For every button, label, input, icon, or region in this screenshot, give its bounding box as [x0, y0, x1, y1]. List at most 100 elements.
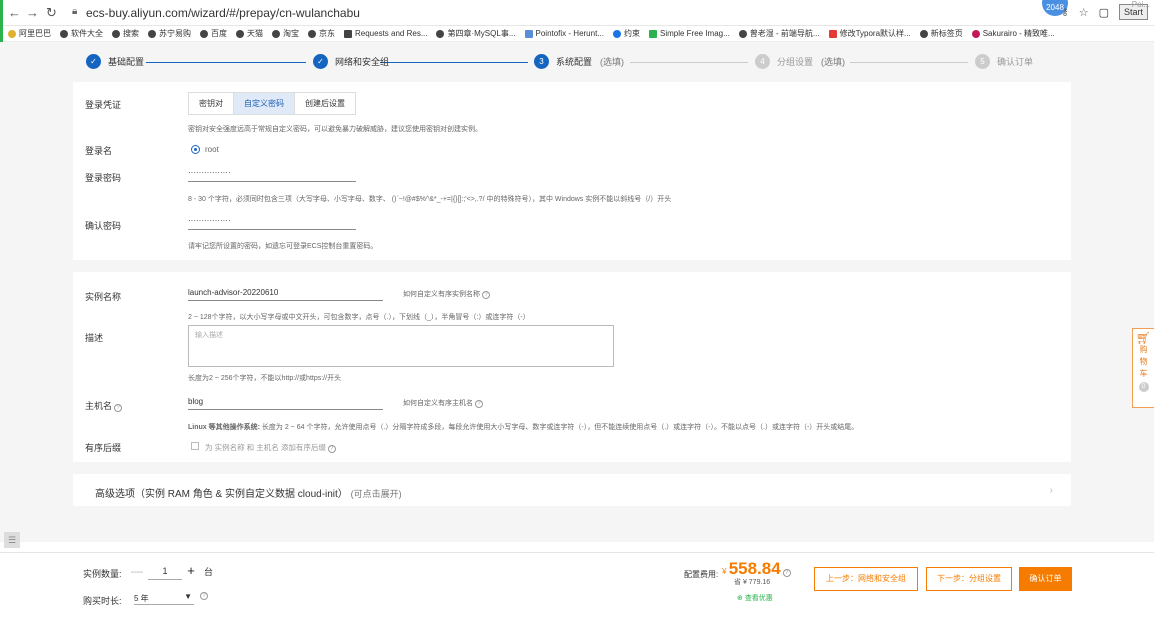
browser-toolbar: ← → ↻ 🔒︎ ecs-buy.aliyun.com/wizard/#/pre…: [0, 0, 1154, 26]
bookmark-item[interactable]: 第四章·MySQL事...: [436, 28, 516, 39]
login-name-value: root: [205, 145, 219, 154]
key-icon[interactable]: ⚷: [1061, 7, 1068, 18]
step-label: 系统配置: [556, 57, 593, 67]
description-textarea[interactable]: 输入描述: [188, 325, 614, 367]
bookmark-item[interactable]: 曾老湿 - 前端导航...: [738, 28, 820, 39]
hostname-input[interactable]: blog: [188, 394, 383, 410]
view-discount-link[interactable]: ⊕ 查看优惠: [737, 593, 773, 603]
prev-step-button[interactable]: 上一步：网络和安全组: [814, 567, 918, 591]
bookmark-item[interactable]: 京东: [308, 28, 335, 39]
quantity-label: 实例数量:: [83, 569, 122, 579]
step-label: 网络和安全组: [335, 57, 390, 67]
confirm-password-label: 确认密码: [85, 221, 122, 231]
bookmark-item[interactable]: 百度: [200, 28, 227, 39]
instance-name-input[interactable]: launch-advisor-20220610: [188, 285, 383, 301]
step-number: 5: [975, 54, 990, 69]
step-label: 基础配置: [108, 57, 145, 67]
help-text: 如何自定义有序主机名: [403, 400, 473, 407]
login-name-label: 登录名: [85, 146, 113, 156]
step-basic-config[interactable]: ✓ 基础配置: [86, 54, 144, 69]
doc-icon: [344, 29, 352, 38]
ordered-suffix-checkbox[interactable]: [191, 442, 199, 450]
duration-value: 5 年: [134, 594, 149, 603]
instance-name-label: 实例名称: [85, 292, 122, 302]
currency-symbol: ¥: [722, 567, 727, 576]
bookmark-item[interactable]: Pointofix - Herunt...: [524, 29, 604, 38]
bookmark-item[interactable]: 约束: [612, 28, 640, 39]
tab-custom-password[interactable]: 自定义密码: [234, 93, 295, 114]
bookmark-item[interactable]: 新标签页: [919, 28, 963, 39]
reload-icon[interactable]: ↻: [46, 5, 57, 21]
instance-settings-card: 实例名称 launch-advisor-20220610 如何自定义有序实例名称…: [73, 272, 1071, 462]
instance-name-help-link[interactable]: 如何自定义有序实例名称?: [403, 289, 490, 299]
question-icon: ?: [327, 445, 336, 453]
forward-icon[interactable]: →: [26, 5, 39, 20]
question-icon[interactable]: ?: [782, 569, 791, 577]
back-icon[interactable]: ←: [8, 5, 21, 20]
bookmark-item[interactable]: 淘宝: [272, 28, 299, 39]
question-icon[interactable]: ?: [200, 592, 208, 600]
step-sub: (选填): [821, 57, 846, 67]
price-amount: 558.84: [728, 559, 781, 578]
next-step-button[interactable]: 下一步：分组设置: [926, 567, 1012, 591]
tab-key-pair[interactable]: 密钥对: [189, 93, 234, 114]
globe-icon: [436, 29, 445, 38]
bookmark-item[interactable]: 天猫: [236, 28, 263, 39]
confirm-order-button[interactable]: 确认订单: [1019, 567, 1072, 591]
sidebar-toggle-icon[interactable]: ☰: [4, 532, 20, 548]
quantity-input[interactable]: 1: [148, 562, 182, 580]
step-confirm-order[interactable]: 5 确认订单: [975, 54, 1033, 69]
bookmark-item[interactable]: 搜索: [112, 28, 139, 39]
globe-icon: [738, 29, 747, 38]
description-hint: 长度为2 ~ 256个字符，不能以http://或https://开头: [188, 375, 342, 382]
bookmark-item[interactable]: 软件大全: [60, 28, 103, 39]
hostname-help-link[interactable]: 如何自定义有序主机名?: [403, 398, 483, 408]
step-number: 4: [755, 54, 770, 69]
advanced-title-text: 高级选项（实例 RAM 角色 & 实例自定义数据 cloud-init）: [95, 489, 348, 500]
cart-icon: 🛒︎: [1135, 331, 1152, 345]
bookmark-item[interactable]: Requests and Res...: [344, 29, 427, 38]
csdn-icon: [828, 29, 837, 38]
step-system-config[interactable]: 3 系统配置 (选填): [534, 54, 624, 69]
address-bar[interactable]: ecs-buy.aliyun.com/wizard/#/prepay/cn-wu…: [86, 6, 360, 20]
confirm-password-input[interactable]: ················: [188, 214, 356, 230]
step-label: 确认订单: [997, 57, 1034, 67]
increment-button[interactable]: +: [182, 562, 200, 580]
tab-set-after-create[interactable]: 创建后设置: [295, 93, 355, 114]
chevron-right-icon: ›: [1049, 485, 1053, 496]
shopping-cart-tab[interactable]: 🛒︎ 购物车 0: [1132, 328, 1154, 408]
check-icon: ✓: [313, 54, 328, 69]
password-input[interactable]: ················: [188, 166, 356, 182]
advanced-options-card[interactable]: 高级选项（实例 RAM 角色 & 实例自定义数据 cloud-init） (可点…: [73, 474, 1071, 506]
help-text: 如何自定义有序实例名称: [403, 291, 480, 298]
bookmark-item[interactable]: 修改Typora默认样...: [828, 28, 911, 39]
question-icon: ?: [482, 291, 490, 299]
price-value: ¥ 558.84?: [722, 559, 791, 579]
password-hint: 8 - 30 个字符，必须同时包含三项（大写字母、小写字母、数字、 ()`~!@…: [188, 196, 672, 203]
step-connector: [850, 62, 968, 63]
duration-select[interactable]: 5 年 ▼: [134, 591, 194, 605]
duration-label: 购买时长:: [83, 596, 122, 606]
pointofix-icon: [524, 29, 533, 38]
root-radio[interactable]: [191, 145, 200, 154]
step-network-security[interactable]: ✓ 网络和安全组: [313, 54, 389, 69]
description-label: 描述: [85, 333, 104, 343]
question-icon[interactable]: ?: [114, 404, 123, 412]
credential-tabs: 密钥对 自定义密码 创建后设置: [188, 92, 356, 115]
hostname-hint-os: Linux 等其他操作系统:: [188, 424, 260, 431]
decrement-button[interactable]: —: [126, 562, 148, 580]
step-connector: [630, 62, 748, 63]
lock-icon[interactable]: 🔒︎: [72, 6, 77, 17]
bookmark-item[interactable]: Simple Free Imag...: [648, 29, 730, 38]
step-label: 分组设置: [777, 57, 814, 67]
bookmark-item[interactable]: Sakurairo - 精致唯...: [971, 28, 1055, 39]
advanced-options-title: 高级选项（实例 RAM 角色 & 实例自定义数据 cloud-init） (可点…: [95, 485, 402, 500]
step-group-settings[interactable]: 4 分组设置 (选填): [755, 54, 845, 69]
step-connector: [146, 62, 306, 63]
bookmark-item[interactable]: 苏宁易购: [148, 28, 191, 39]
discount-link-text: 查看优惠: [744, 595, 773, 602]
window-icon[interactable]: ▢: [1099, 6, 1109, 19]
bookmark-item[interactable]: 阿里巴巴: [8, 28, 51, 39]
quantity-unit: 台: [204, 566, 214, 577]
star-icon[interactable]: ☆: [1079, 6, 1089, 19]
